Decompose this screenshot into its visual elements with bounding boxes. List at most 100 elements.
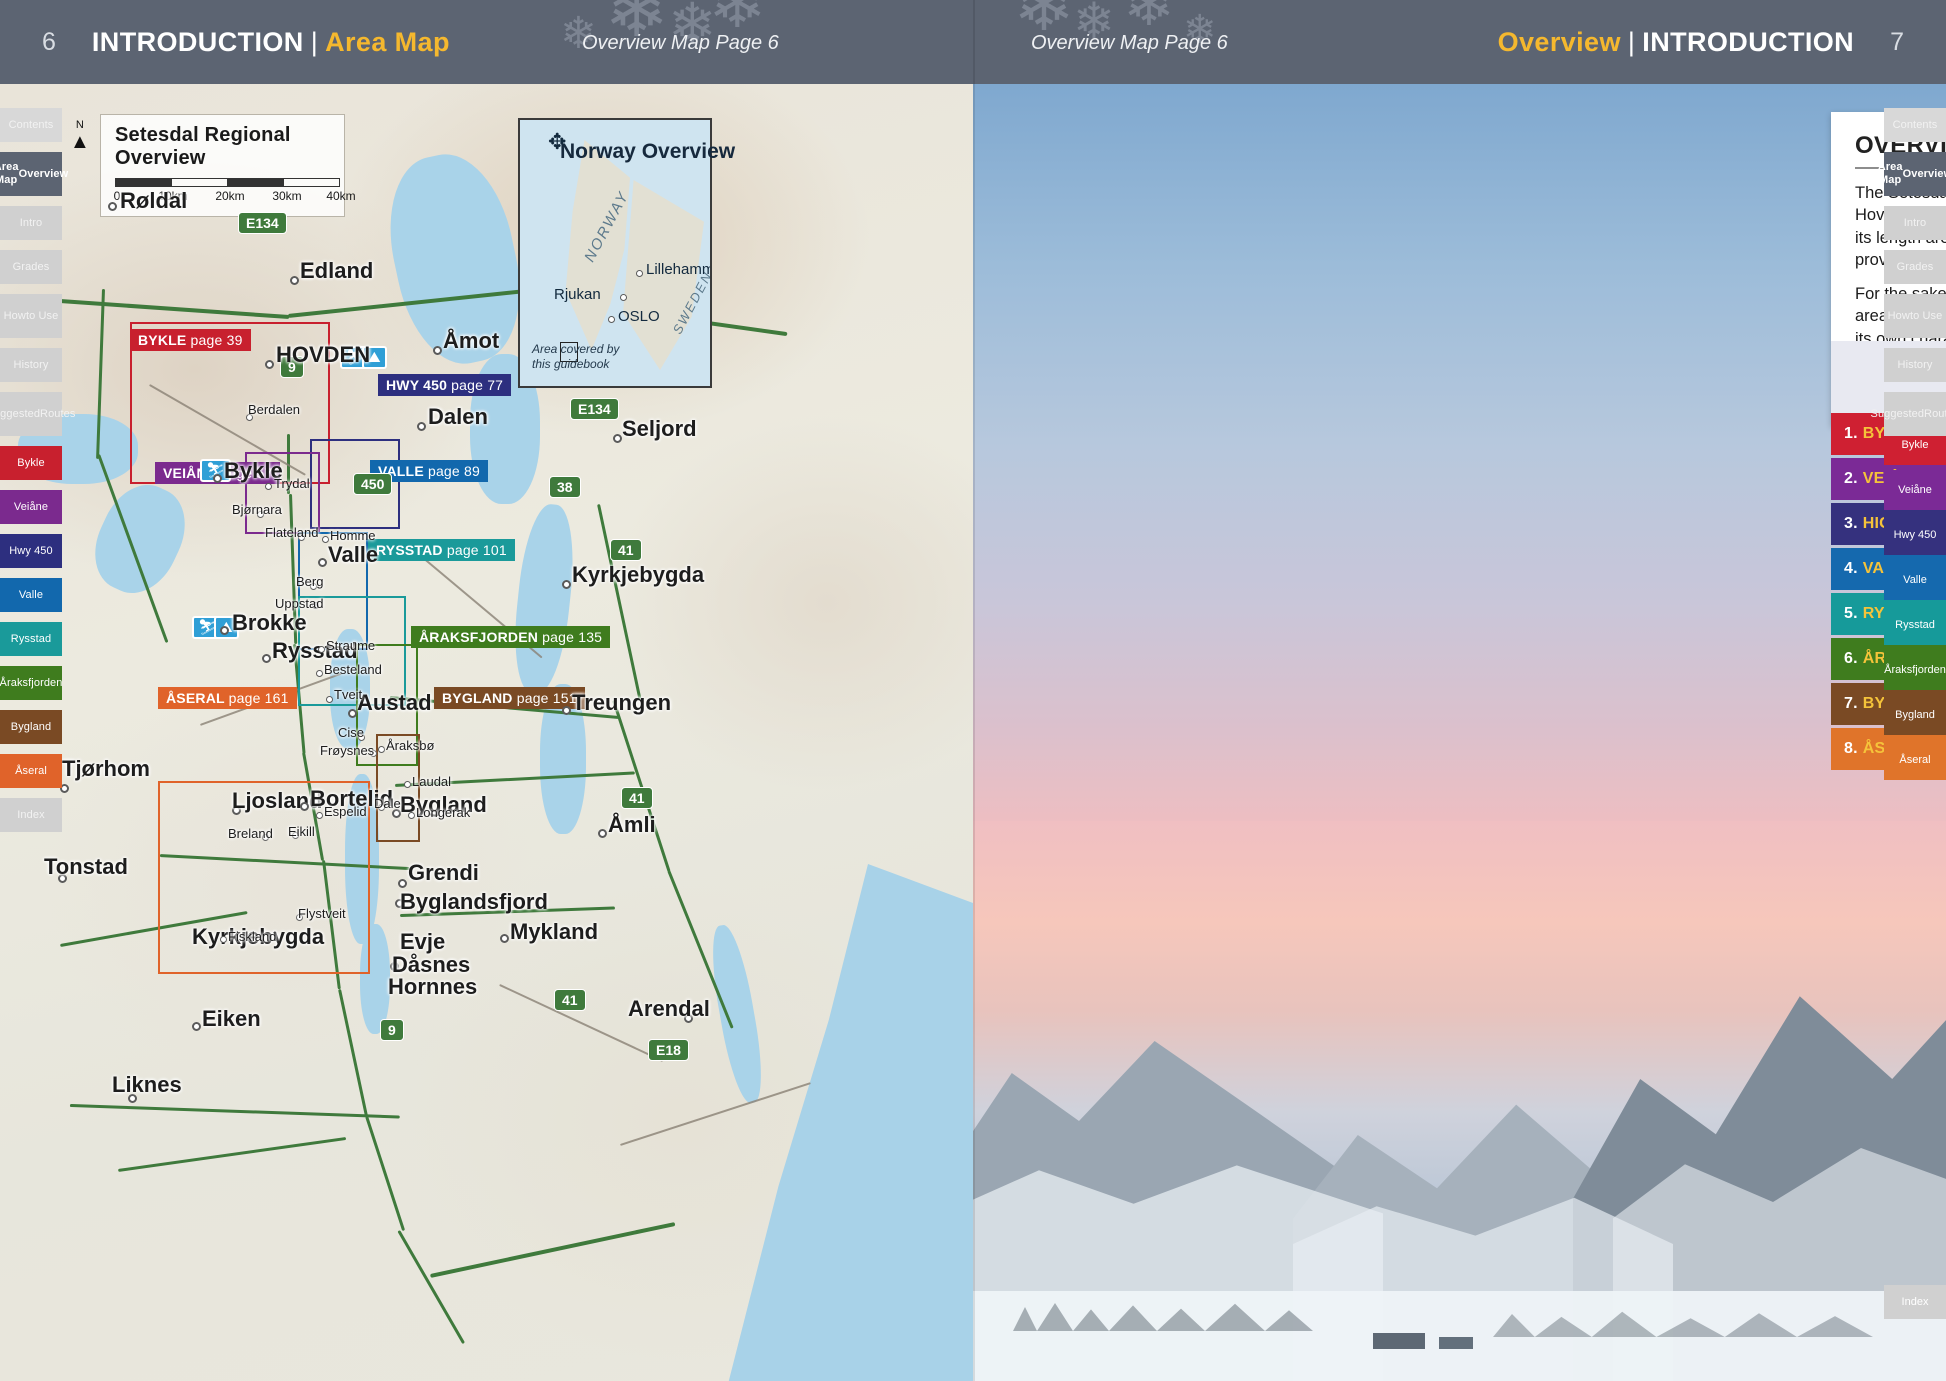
sidebar-item-seral[interactable]: Åseral	[0, 754, 62, 788]
town-label-small: Frøysnes	[320, 743, 374, 758]
town-dot	[378, 746, 385, 753]
road	[365, 1116, 405, 1231]
town-dot	[192, 1022, 201, 1031]
town-label: Dalen	[428, 404, 488, 430]
sidebar-item-label: to Use	[26, 310, 58, 323]
right-page: OVERVIEW The Setesdal Valley runs in a n…	[973, 0, 1946, 1381]
sidebar-item-raksfjorden[interactable]: Åraksfjorden	[0, 666, 62, 700]
town-label-small: Åraksbø	[386, 738, 434, 753]
town-label-small: Breland	[228, 826, 273, 841]
sidebar-item-label: Area Map	[0, 161, 19, 186]
road	[397, 1230, 465, 1344]
sidebar-item-bykle[interactable]: Bykle	[0, 446, 62, 480]
area-label-rysstad[interactable]: RYSSTAD page 101	[368, 539, 515, 561]
town-dot	[265, 360, 274, 369]
scale-tick: 20km	[215, 189, 244, 203]
town-label-small: Tveit	[334, 687, 362, 702]
sidebar-item-vei-ne[interactable]: Veiåne	[1884, 470, 1946, 510]
road	[60, 299, 290, 319]
sidebar-item-index[interactable]: Index	[1884, 1285, 1946, 1319]
sidebar-item-suggested-routes[interactable]: SuggestedRoutes	[0, 392, 62, 436]
sidebar-item-valle[interactable]: Valle	[0, 578, 62, 612]
sidebar-item-rysstad[interactable]: Rysstad	[0, 622, 62, 656]
sidebar-item-index[interactable]: Index	[0, 798, 62, 832]
sidebar-item-intro[interactable]: Intro	[1884, 206, 1946, 240]
road	[118, 1137, 346, 1172]
area-index: 5.	[1844, 605, 1858, 623]
sidebar-item--seral[interactable]: Åseral	[1884, 740, 1946, 780]
sidebar-item-bygland[interactable]: Bygland	[0, 710, 62, 744]
road	[70, 1104, 400, 1119]
sea-area	[700, 864, 973, 1381]
inset-city-label: Lillehammer	[646, 261, 712, 278]
map-title: Setesdal Regional Overview	[115, 124, 330, 170]
town-dot	[108, 202, 117, 211]
sidebar-item-grades[interactable]: Grades	[1884, 250, 1946, 284]
sidebar-item-label: Index	[17, 809, 44, 822]
sidebar-item--raksfjorden[interactable]: Åraksfjorden	[1884, 650, 1946, 690]
sidebar-item-rysstad[interactable]: Rysstad	[1884, 605, 1946, 645]
town-label: Treungen	[572, 690, 671, 716]
town-label-small: Eikill	[288, 824, 315, 839]
left-sidebar-tabs[interactable]: Contents Area MapOverview Intro Grades Howto…	[0, 108, 62, 832]
town-label-small: Berg	[296, 574, 323, 589]
sidebar-item-bygland[interactable]: Bygland	[1884, 695, 1946, 735]
town-label: Edland	[300, 258, 373, 284]
sidebar-item-area-map-overview[interactable]: Area MapOverview	[1884, 152, 1946, 196]
area-index: 6.	[1844, 650, 1858, 668]
town-dot	[408, 812, 415, 819]
sidebar-item-hwy-450[interactable]: Hwy 450	[0, 534, 62, 568]
town-label-small: Dale	[374, 796, 401, 811]
sidebar-item-vei-ne[interactable]: Veiåne	[0, 490, 62, 524]
town-label: Åmli	[608, 812, 656, 838]
sidebar-item-label: Bygland	[11, 721, 51, 734]
town-dot	[398, 879, 407, 888]
sidebar-item-how-to-use[interactable]: Howto Use	[1884, 294, 1946, 338]
area-label-bykle[interactable]: BYKLE page 39	[130, 329, 251, 351]
sidebar-item-history[interactable]: History	[0, 348, 62, 382]
town-label-small: Longerak	[416, 805, 470, 820]
town-label: Seljord	[622, 416, 697, 442]
lake	[705, 922, 770, 1105]
town-dot	[417, 422, 426, 431]
area-label-bygland[interactable]: BYGLAND page 151	[434, 687, 585, 709]
town-label-small: Laudal	[412, 774, 451, 789]
sidebar-item-label: History	[14, 359, 49, 372]
road-shield: 450	[353, 473, 392, 495]
inset-city-label: OSLO	[618, 308, 660, 325]
regional-overview-map[interactable]: Setesdal Regional Overview 0 10km 20km 3…	[0, 84, 973, 1381]
sidebar-item-valle[interactable]: Valle	[1884, 560, 1946, 600]
sidebar-item-history[interactable]: History	[1884, 348, 1946, 382]
sidebar-item-contents[interactable]: Contents	[1884, 108, 1946, 142]
right-sidebar-tabs[interactable]: Contents Area MapOverview Intro Grades Howto…	[1884, 108, 1946, 436]
header-note-left: Overview Map Page 6	[582, 32, 779, 55]
page-number-left: 6	[42, 28, 56, 57]
town-label-small: Fiskland	[228, 929, 276, 944]
town-dot	[318, 646, 325, 653]
sidebar-item-label: Routes	[1924, 408, 1946, 421]
town-dot	[318, 558, 327, 567]
town-dot	[562, 580, 571, 589]
area-label-aseral[interactable]: ÅSERAL page 161	[158, 687, 297, 709]
road-shield: 38	[549, 476, 581, 498]
sidebar-item-contents[interactable]: Contents	[0, 108, 62, 142]
area-index: 8.	[1844, 740, 1858, 758]
road	[620, 1082, 811, 1146]
town-label: Austad	[357, 690, 432, 716]
sidebar-item-hwy-450[interactable]: Hwy 450	[1884, 515, 1946, 555]
sidebar-item-how-to-use[interactable]: Howto Use	[0, 294, 62, 338]
sidebar-item-area-map-overview[interactable]: Area MapOverview	[0, 152, 62, 196]
sidebar-item-label: Grades	[13, 261, 50, 274]
area-index: 7.	[1844, 695, 1858, 713]
town-dot	[404, 781, 411, 788]
area-label-araksfjorden[interactable]: ÅRAKSFJORDEN page 135	[411, 626, 610, 648]
area-index: 2.	[1844, 470, 1858, 488]
sidebar-item-suggested-routes[interactable]: SuggestedRoutes	[1884, 392, 1946, 436]
town-dot	[348, 709, 357, 718]
sidebar-item-grades[interactable]: Grades	[0, 250, 62, 284]
compass-label: N	[70, 120, 90, 132]
area-label-hwy450[interactable]: HWY 450 page 77	[378, 374, 511, 396]
town-label: Byglandsfjord	[400, 889, 548, 915]
sidebar-item-intro[interactable]: Intro	[0, 206, 62, 240]
town-dot	[562, 706, 571, 715]
